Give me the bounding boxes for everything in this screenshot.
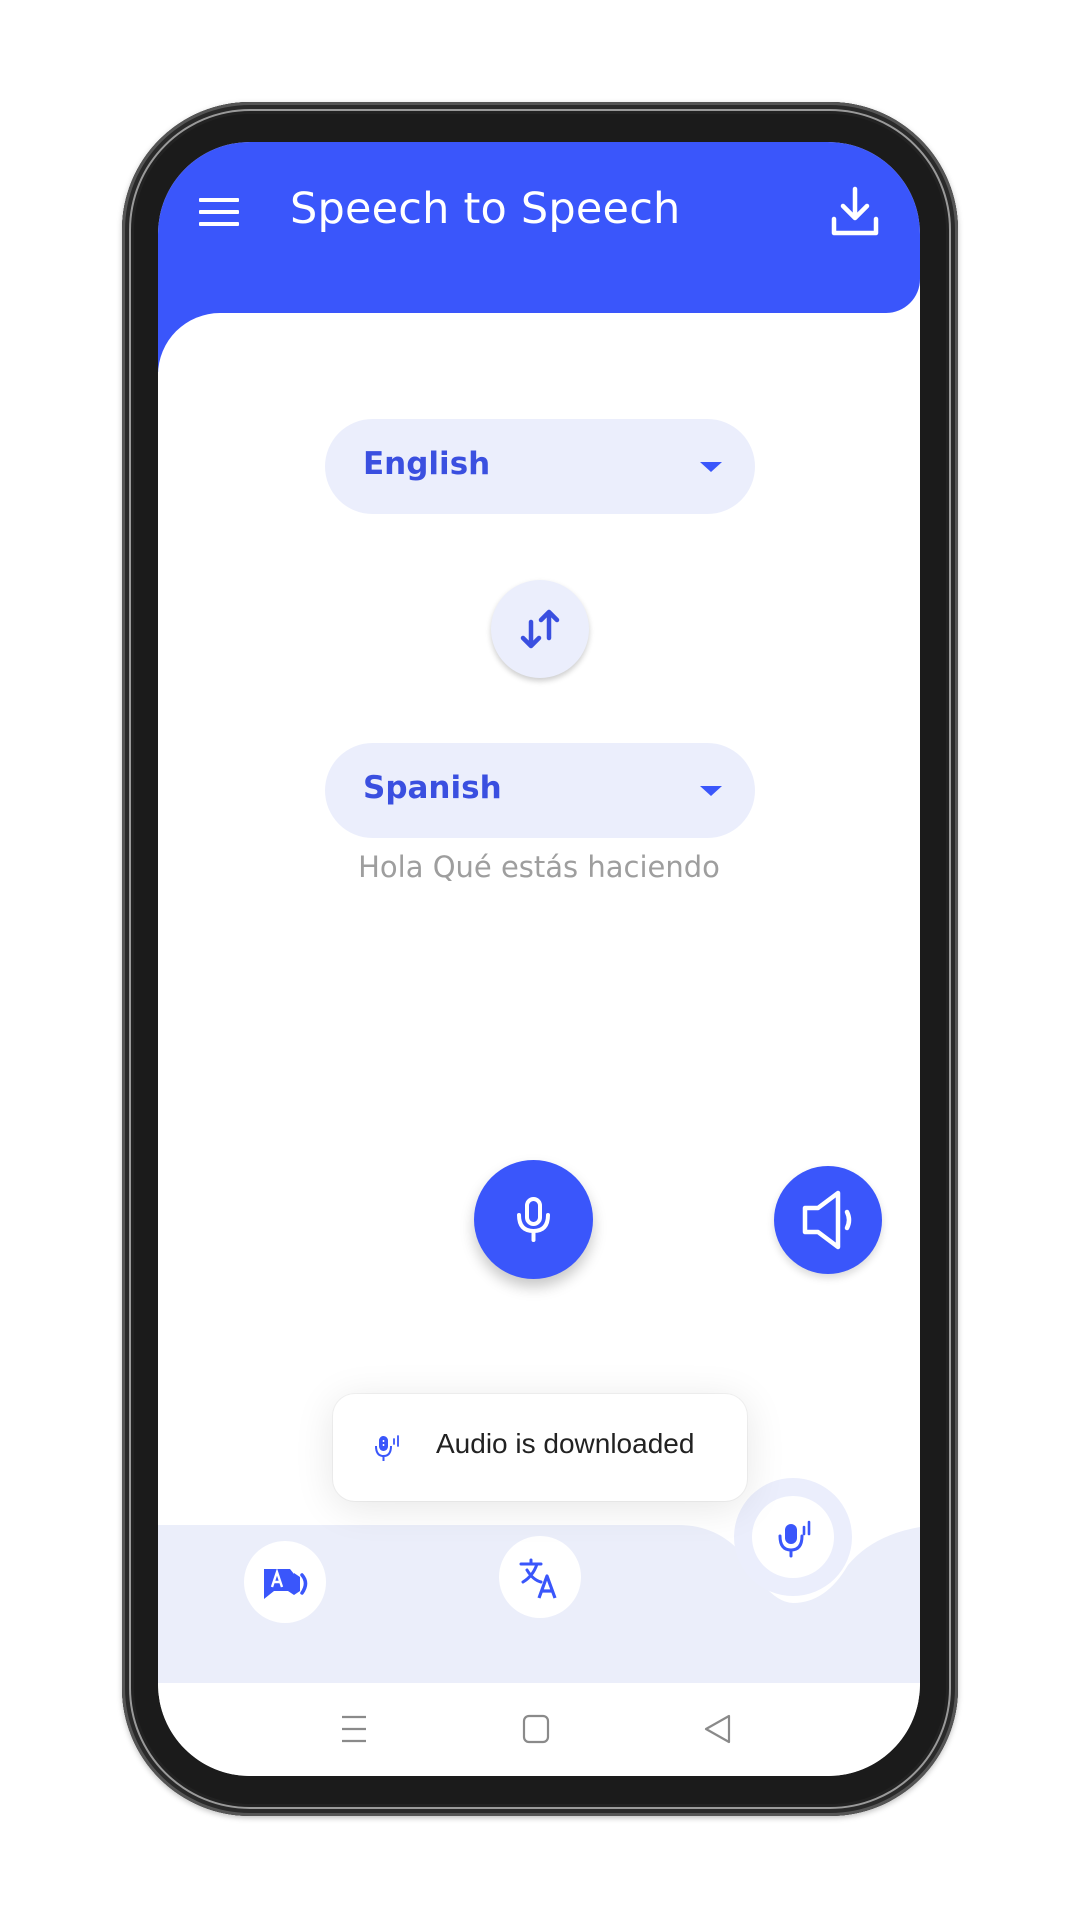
voice-mic-icon — [778, 1520, 811, 1558]
swap-vertical-arrows-icon — [520, 609, 560, 649]
page-title: Speech to Speech — [290, 184, 681, 234]
translated-text: Hola Qué estás haciendo — [358, 850, 720, 884]
play-speaker-button[interactable] — [774, 1166, 882, 1274]
voice-mic-icon — [375, 1435, 399, 1461]
dropdown-caret-icon — [700, 786, 722, 796]
toast-notification: Audio is downloaded — [333, 1394, 747, 1501]
target-language-label: Spanish — [363, 770, 502, 806]
nav-item-text-to-speech[interactable] — [244, 1541, 326, 1623]
system-navigation-bar — [158, 1683, 920, 1776]
home-icon[interactable] — [516, 1711, 556, 1747]
app-header: Speech to Speech — [158, 142, 920, 313]
toast-message: Audio is downloaded — [436, 1428, 695, 1459]
nav-item-speech-to-speech[interactable] — [752, 1496, 834, 1578]
microphone-icon — [517, 1197, 550, 1242]
source-language-label: English — [363, 446, 491, 482]
back-icon[interactable] — [698, 1711, 738, 1747]
nav-item-translate[interactable] — [499, 1536, 581, 1618]
source-language-dropdown[interactable]: English — [325, 419, 755, 514]
dropdown-caret-icon — [700, 462, 722, 472]
hamburger-menu-icon[interactable] — [199, 198, 239, 228]
target-language-dropdown[interactable]: Spanish — [325, 743, 755, 838]
text-to-speech-icon — [264, 1568, 308, 1599]
swap-languages-button[interactable] — [491, 580, 589, 678]
record-mic-button[interactable] — [474, 1160, 593, 1279]
speaker-icon — [802, 1190, 852, 1250]
download-icon[interactable] — [830, 186, 880, 238]
recents-icon[interactable] — [334, 1711, 374, 1747]
translate-icon — [519, 1558, 557, 1599]
app-screen: Speech to Speech English Spanish Hola Qu… — [158, 142, 920, 1776]
